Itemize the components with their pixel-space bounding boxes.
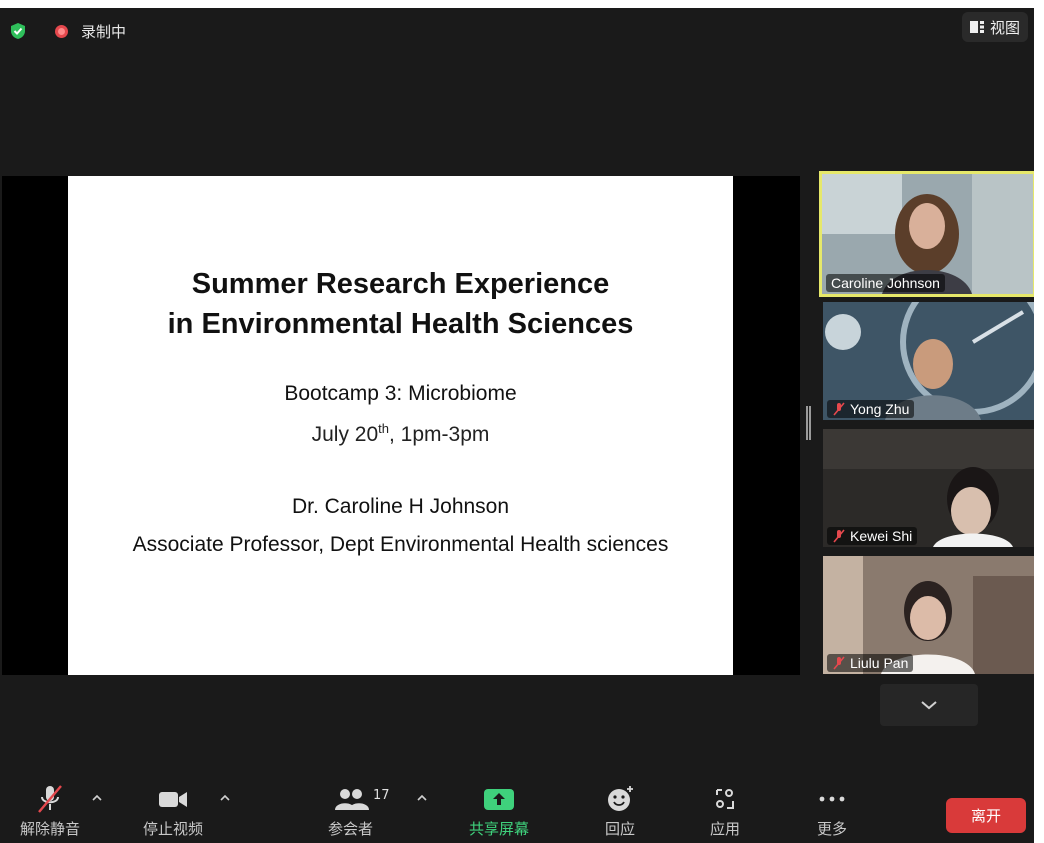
participants-label: 参会者: [328, 820, 374, 838]
microphone-muted-icon: [38, 785, 62, 813]
unmute-button[interactable]: 解除静音: [20, 784, 80, 839]
recording-label[interactable]: 录制中: [81, 21, 126, 42]
slide-date-suffix: , 1pm-3pm: [389, 423, 490, 446]
slide-date: July 20th, 1pm-3pm: [68, 421, 733, 447]
participant-name: Liulu Pan: [850, 655, 909, 671]
more-dots-icon: [819, 796, 845, 802]
apps-label: 应用: [709, 820, 740, 838]
participant-name-tag: Liulu Pan: [827, 654, 914, 672]
stop-video-button[interactable]: 停止视频: [143, 784, 203, 839]
participants-button[interactable]: 参会者: [328, 784, 373, 839]
shield-check-icon[interactable]: [9, 22, 27, 40]
view-label: 视图: [989, 18, 1020, 37]
slide-role: Associate Professor, Dept Environmental …: [132, 533, 669, 556]
meeting-window: 录制中 视图 Summer Research Experience in Env…: [0, 8, 1034, 843]
microphone-muted-icon: [833, 529, 845, 543]
leave-button[interactable]: 离开: [946, 798, 1026, 833]
scroll-participants-button[interactable]: [880, 684, 978, 726]
view-button[interactable]: 视图: [961, 12, 1028, 42]
view-grid-icon: [969, 21, 984, 33]
participant-name: Yong Zhu: [850, 401, 910, 417]
reactions-label: 回应: [604, 820, 635, 838]
participant-name-tag: Kewei Shi: [827, 527, 918, 545]
presentation-slide: Summer Research Experience in Environmen…: [68, 176, 733, 675]
participant-tile-active[interactable]: Caroline Johnson: [819, 171, 1034, 297]
recording-icon: [55, 25, 68, 38]
panel-resize-handle[interactable]: [806, 406, 811, 440]
chevron-up-icon[interactable]: [91, 792, 103, 804]
slide-date-sup: th: [378, 421, 389, 436]
video-camera-icon: [159, 792, 187, 807]
shared-screen: Summer Research Experience in Environmen…: [2, 176, 800, 675]
participant-name: Kewei Shi: [850, 528, 913, 544]
meeting-toolbar: 解除静音 停止视频 参会者 17 共享屏幕 回应 应用 更多 离开: [0, 768, 1034, 843]
stop-video-label: 停止视频: [143, 820, 204, 838]
slide-title-line2: in Environmental Health Sciences: [167, 308, 634, 340]
unmute-label: 解除静音: [20, 820, 81, 838]
reaction-emoji-icon: [608, 786, 633, 811]
more-label: 更多: [816, 820, 847, 838]
chevron-down-icon: [921, 701, 937, 710]
reactions-button[interactable]: 回应: [603, 784, 637, 839]
chevron-up-icon[interactable]: [416, 792, 428, 804]
slide-title-line1: Summer Research Experience: [191, 268, 610, 300]
apps-icon: [716, 789, 734, 809]
microphone-muted-icon: [833, 656, 845, 670]
share-arrow-icon: [484, 789, 514, 810]
share-screen-label: 共享屏幕: [469, 820, 530, 838]
chevron-up-icon[interactable]: [219, 792, 231, 804]
slide-date-prefix: July 20: [311, 423, 379, 446]
more-button[interactable]: 更多: [815, 784, 849, 839]
participant-name: Caroline Johnson: [831, 275, 940, 291]
slide-title: Summer Research Experience in Environmen…: [68, 264, 733, 344]
participant-tile[interactable]: Kewei Shi: [823, 429, 1034, 547]
share-screen-button[interactable]: 共享屏幕: [469, 784, 529, 839]
participant-tile[interactable]: Yong Zhu: [823, 302, 1034, 420]
participant-tile[interactable]: Liulu Pan: [823, 556, 1034, 674]
apps-button[interactable]: 应用: [708, 784, 742, 839]
participant-name-tag: Yong Zhu: [827, 400, 915, 418]
participants-icon: [334, 789, 369, 810]
participants-count: 17: [373, 788, 390, 803]
slide-subtitle: Bootcamp 3: Microbiome: [284, 382, 517, 405]
microphone-muted-icon: [833, 402, 845, 416]
participant-name-tag: Caroline Johnson: [826, 274, 945, 292]
slide-presenter: Dr. Caroline H Johnson: [291, 495, 510, 518]
